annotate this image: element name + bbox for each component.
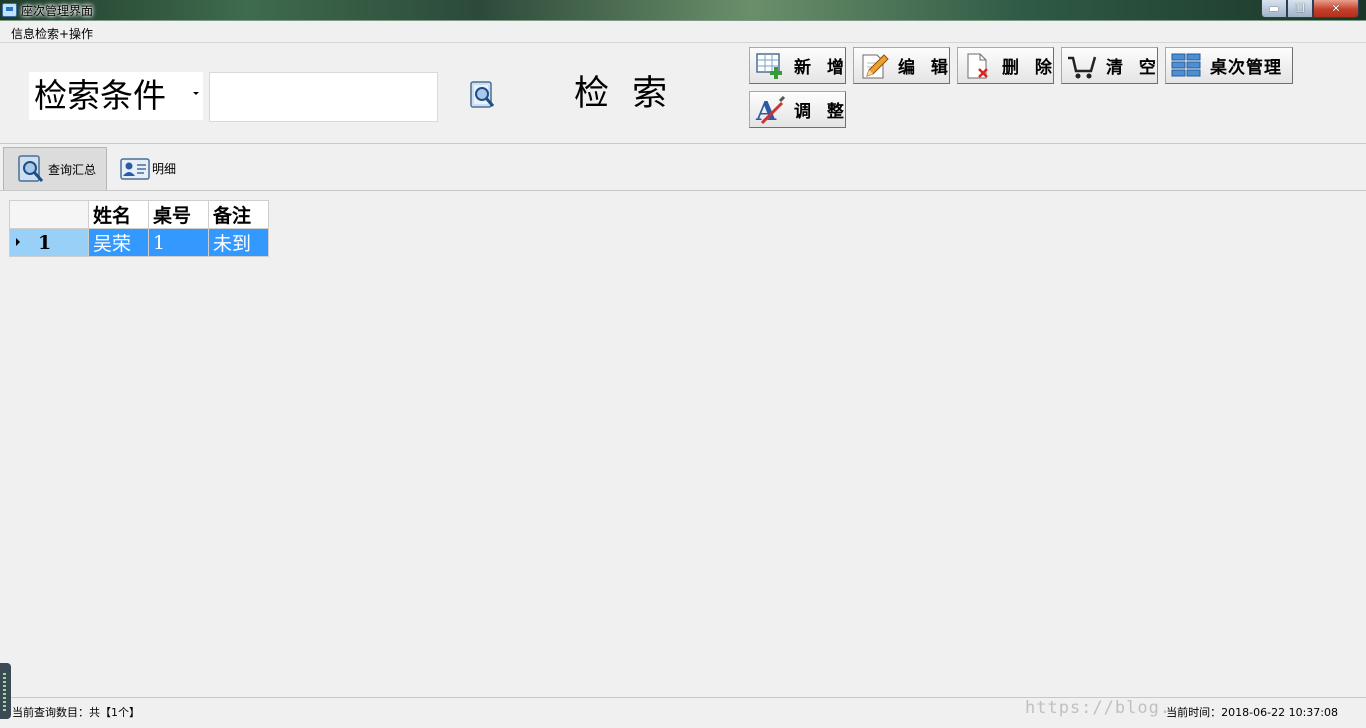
contact-card-icon: [120, 154, 150, 184]
row-header[interactable]: 1: [9, 228, 89, 257]
cell-note[interactable]: 未到: [208, 228, 269, 257]
cell-name[interactable]: 吴荣: [88, 228, 149, 257]
edit-button[interactable]: 编 辑: [853, 47, 950, 84]
clear-button[interactable]: 清 空: [1061, 47, 1158, 84]
delete-button[interactable]: 删 除: [957, 47, 1054, 84]
delete-file-icon: [962, 51, 994, 81]
tab-query-summary-label: 查询汇总: [48, 162, 97, 177]
app-icon: [2, 3, 17, 17]
grid-background: [9, 200, 1358, 697]
window-title: 座次管理界面: [21, 4, 94, 18]
blog-watermark: https://blog.: [1025, 698, 1172, 718]
search-toolbar-panel: 检索条件 检 索 新 增 编 辑 删 除 清 空 桌次管理 A 调 整: [0, 42, 1366, 144]
table-grid-icon: [1170, 51, 1202, 81]
edit-button-label: 编 辑: [898, 58, 953, 78]
side-gadget-handle[interactable]: [0, 663, 11, 719]
query-count-status: 当前查询数目：共【1个】: [12, 706, 140, 719]
pencil-icon: [858, 51, 890, 81]
table-management-button-label: 桌次管理: [1210, 58, 1282, 78]
criteria-select-value: 检索条件: [34, 76, 166, 115]
clear-button-label: 清 空: [1106, 58, 1161, 78]
tab-detail[interactable]: 明细: [118, 147, 188, 190]
column-header-note[interactable]: 备注: [208, 200, 269, 229]
close-button[interactable]: ✕: [1313, 0, 1359, 18]
search-input[interactable]: [209, 72, 438, 122]
cart-icon: [1066, 51, 1098, 81]
adjust-button[interactable]: A 调 整: [749, 91, 846, 128]
minimize-icon: ▬: [1268, 2, 1280, 15]
results-table: 姓名 桌号 备注 1 吴荣 1 未到: [9, 200, 269, 257]
search-label[interactable]: 检 索: [574, 74, 673, 114]
font-adjust-icon: A: [754, 95, 786, 127]
table-management-button[interactable]: 桌次管理: [1165, 47, 1293, 84]
query-summary-icon: [16, 154, 46, 184]
maximize-icon: ❐: [1295, 2, 1305, 15]
current-row-arrow-icon: [16, 238, 20, 246]
column-header-table-number[interactable]: 桌号: [148, 200, 209, 229]
add-grid-icon: [754, 51, 786, 81]
search-icon[interactable]: [469, 80, 497, 110]
tab-detail-label: 明细: [152, 162, 177, 176]
add-button-label: 新 增: [794, 58, 849, 78]
tab-strip: 查询汇总 明细: [0, 145, 1366, 191]
chevron-down-icon: [193, 92, 199, 95]
cell-table-number[interactable]: 1: [148, 228, 209, 257]
column-header-name[interactable]: 姓名: [88, 200, 149, 229]
current-time-status: 当前时间：2018-06-22 10:37:08: [1166, 706, 1338, 719]
maximize-button[interactable]: ❐: [1287, 0, 1313, 18]
row-header-corner[interactable]: [9, 200, 89, 229]
delete-button-label: 删 除: [1002, 58, 1057, 78]
window-titlebar: 座次管理界面 ▬ ❐ ✕: [0, 0, 1366, 21]
minimize-button[interactable]: ▬: [1261, 0, 1287, 18]
table-header-row: 姓名 桌号 备注: [9, 200, 269, 229]
table-row[interactable]: 1 吴荣 1 未到: [9, 228, 269, 257]
close-icon: ✕: [1331, 2, 1341, 15]
menu-item-search-operations[interactable]: 信息检索+操作: [11, 25, 93, 42]
menu-bar: 信息检索+操作: [0, 22, 1366, 42]
adjust-button-label: 调 整: [794, 102, 849, 122]
row-index: 1: [38, 231, 52, 254]
tab-query-summary[interactable]: 查询汇总: [3, 147, 107, 190]
criteria-select[interactable]: 检索条件: [29, 72, 203, 120]
data-grid: 姓名 桌号 备注 1 吴荣 1 未到: [9, 200, 1358, 697]
add-button[interactable]: 新 增: [749, 47, 846, 84]
